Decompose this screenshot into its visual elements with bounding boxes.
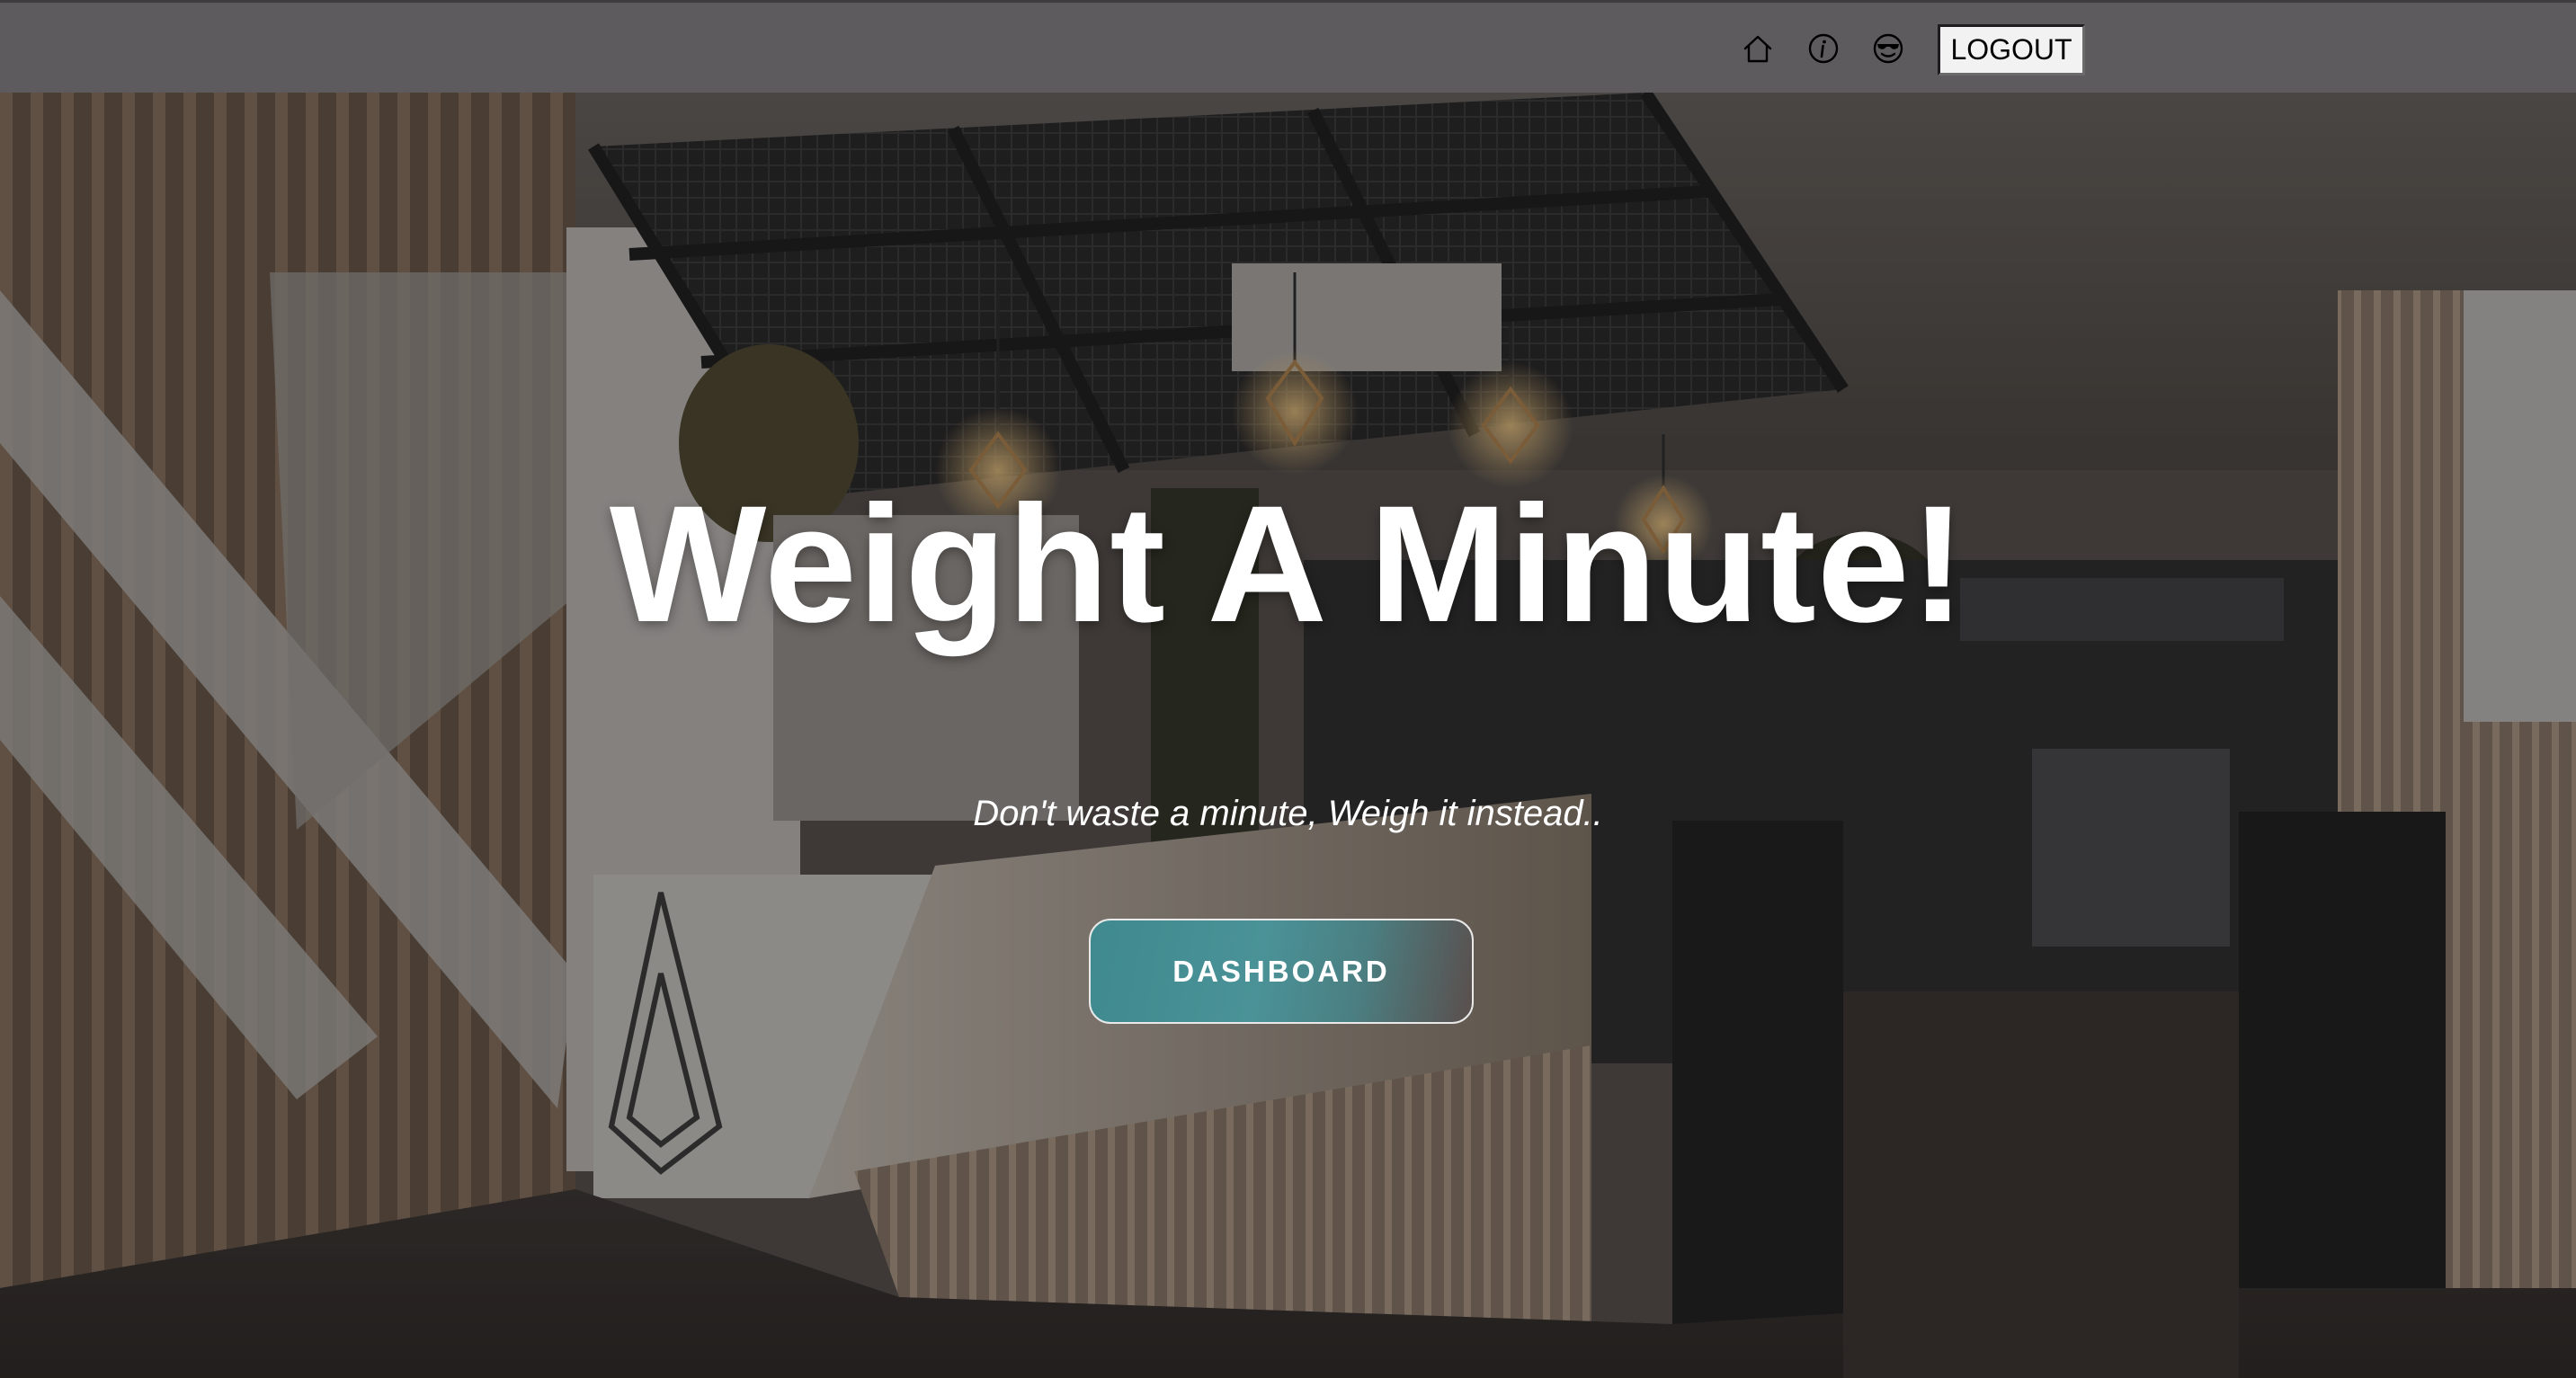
logout-button[interactable]: LOGOUT [1938,24,2085,76]
hero-dark-overlay [0,93,2576,1378]
info-icon-glyph [1808,33,1839,64]
cool-face-icon[interactable] [1870,31,1906,67]
cool-face-icon-glyph [1873,33,1903,64]
page: LOGOUT Weight A Minute! Don't waste a mi… [0,0,2576,1378]
home-icon[interactable] [1740,31,1776,67]
top-nav-bar: LOGOUT [0,0,2576,93]
dashboard-button[interactable]: DASHBOARD [1089,919,1474,1024]
home-icon-glyph [1743,35,1772,63]
info-icon[interactable] [1805,31,1841,67]
hero-section [0,93,2576,1378]
hero-subtitle: Don't waste a minute, Weigh it instead.. [973,794,1603,833]
hero-title: Weight A Minute! [609,472,1967,657]
